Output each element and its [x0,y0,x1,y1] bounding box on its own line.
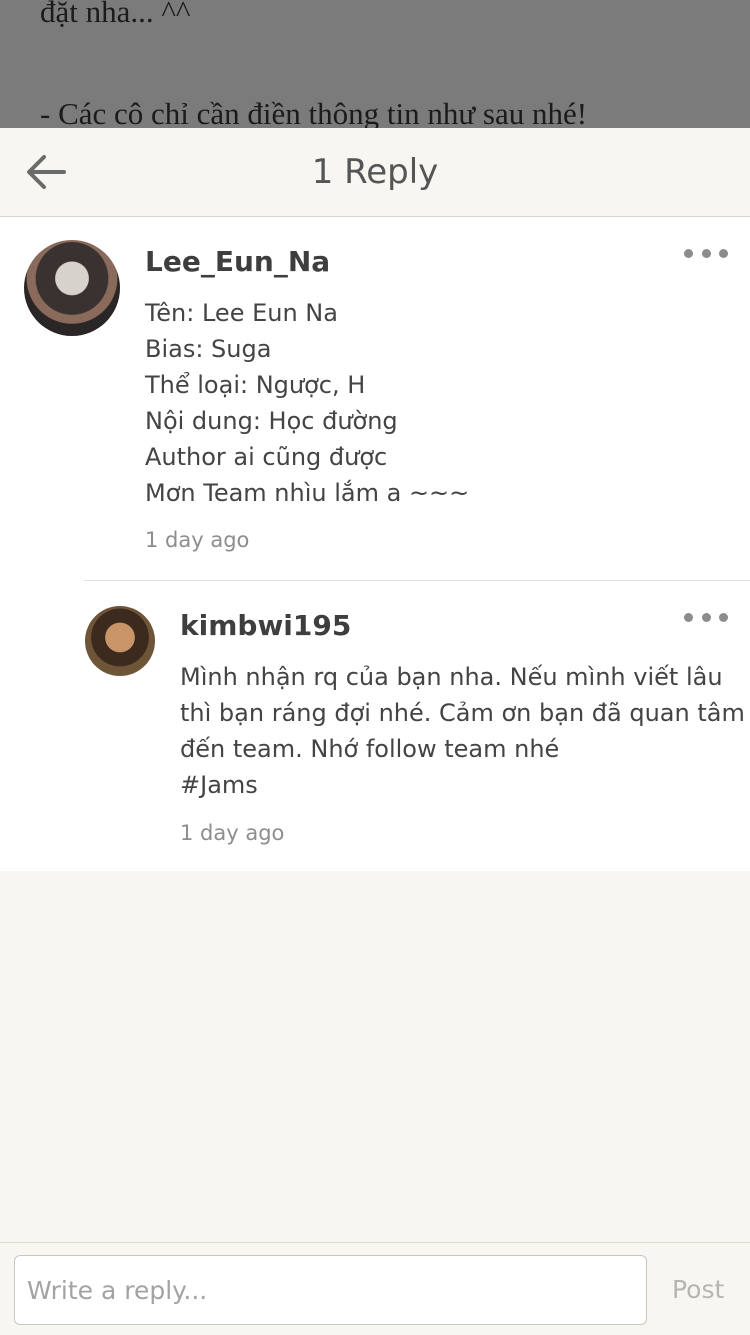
more-dots-icon [701,612,711,622]
comment-line: Thể loại: Ngược, H [145,371,366,399]
more-dots-icon [701,248,711,258]
reply-input[interactable] [14,1255,647,1325]
comment-username[interactable]: kimbwi195 [180,609,351,642]
more-options-button[interactable] [684,605,728,629]
reply-composer: Post [0,1242,750,1335]
more-dots-icon [719,248,728,258]
avatar[interactable] [85,606,155,676]
reply-header: 1 Reply [0,128,750,217]
more-dots-icon [684,248,693,258]
comment-line: Tên: Lee Eun Na [145,299,338,327]
comment-line: thì bạn ráng đợi nhé. Cảm ơn bạn đã quan… [180,699,745,727]
comment-line: Author ai cũng được [145,443,388,471]
comment-line: Mơn Team nhìu lắm a ~~~ [145,479,470,507]
story-text-line: - Các cô chỉ cần điền thông tin như sau … [40,96,588,128]
comment-line: Nội dung: Học đường [145,407,398,435]
reply-comment: kimbwi195 Mình nhận rq của bạn nha. Nếu … [84,580,750,872]
page-title: 1 Reply [311,152,439,192]
comments-panel: Lee_Eun_Na Tên: Lee Eun Na Bias: Suga Th… [0,217,750,871]
story-text-line: đặt nha... ^^ [40,0,191,29]
comment-line: Mình nhận rq của bạn nha. Nếu mình viết … [180,663,723,691]
avatar[interactable] [24,240,120,336]
more-dots-icon [684,612,693,622]
comment-username[interactable]: Lee_Eun_Na [145,245,330,278]
comment-body: Mình nhận rq của bạn nha. Nếu mình viết … [180,659,745,803]
comment-line: đến team. Nhớ follow team nhé [180,735,560,763]
comment: Lee_Eun_Na Tên: Lee Eun Na Bias: Suga Th… [0,217,750,580]
more-dots-icon [719,612,728,622]
more-options-button[interactable] [684,241,728,265]
comment-line: Bias: Suga [145,335,272,363]
comment-line[interactable]: #Jams [180,767,745,803]
background-story-overlay: đặt nha... ^^ - Các cô chỉ cần điền thôn… [0,0,750,128]
comment-timestamp: 1 day ago [180,821,285,845]
post-button[interactable]: Post [672,1275,724,1304]
comment-timestamp: 1 day ago [145,528,250,552]
comment-body: Tên: Lee Eun Na Bias: Suga Thể loại: Ngư… [145,295,469,511]
